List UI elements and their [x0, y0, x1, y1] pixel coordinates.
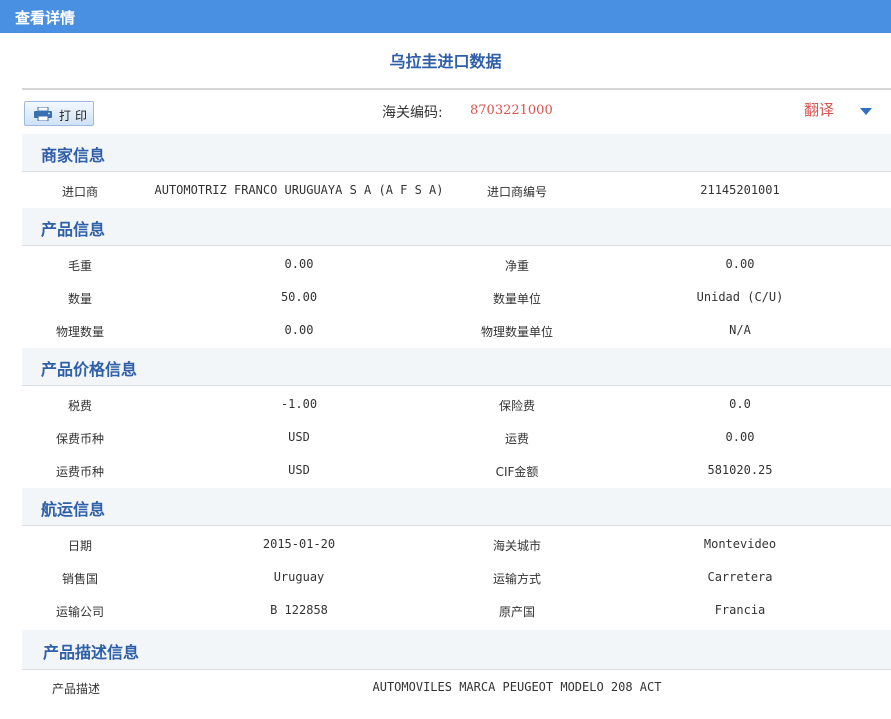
field-value: 50.00	[280, 290, 318, 304]
translate-button[interactable]: 翻译	[804, 99, 834, 120]
field-value: AUTOMOVILES MARCA PEUGEOT MODELO 208 ACT	[372, 680, 662, 694]
field-value: Carretera	[707, 570, 773, 584]
field-label: 进口商编号	[486, 185, 547, 199]
field-value: 0.0	[729, 397, 751, 411]
field-value: N/A	[729, 323, 751, 337]
field-label: 数量单位	[492, 292, 541, 306]
field-label: CIF金额	[495, 465, 539, 479]
field-value: USD	[288, 463, 310, 477]
field-label: 日期	[67, 539, 92, 553]
section-description-header: 产品描述信息	[22, 630, 891, 670]
window-title: 查看详情	[15, 9, 76, 27]
field-label: 销售国	[61, 572, 98, 586]
field-value: 0.00	[725, 257, 755, 271]
section-product-title: 产品信息	[41, 220, 106, 239]
section-price-header: 产品价格信息	[22, 348, 891, 386]
field-value: B 122858	[270, 603, 328, 617]
field-value: Uruguay	[273, 570, 325, 584]
field-value: 0.00	[284, 323, 314, 337]
field-label: 毛重	[67, 259, 92, 273]
section-merchant-title: 商家信息	[41, 146, 106, 165]
field-value: Francia	[714, 603, 766, 617]
field-value: USD	[288, 430, 310, 444]
section-shipping-header: 航运信息	[22, 488, 891, 526]
translate-dropdown-icon[interactable]	[860, 108, 872, 115]
section-shipping-title: 航运信息	[41, 500, 106, 519]
field-label: 原产国	[498, 605, 535, 619]
customs-code-value: 8703221000	[470, 103, 553, 118]
field-value: 2015-01-20	[262, 537, 336, 551]
field-label: 净重	[504, 259, 529, 273]
field-label: 进口商	[61, 185, 98, 199]
field-label: 保险费	[498, 399, 535, 413]
window-titlebar: 查看详情	[0, 0, 891, 33]
field-label: 产品描述	[51, 682, 100, 696]
section-merchant-header: 商家信息	[22, 134, 891, 172]
field-label: 海关城市	[492, 539, 541, 553]
field-label: 运输公司	[55, 605, 104, 619]
field-label: 物理数量单位	[480, 325, 553, 339]
field-value: AUTOMOTRIZ FRANCO URUGUAYA S A (A F S A)	[154, 183, 444, 197]
print-button-label: 打印	[59, 109, 92, 123]
field-label: 运费币种	[55, 465, 104, 479]
field-value: 21145201001	[700, 183, 780, 197]
field-value: -1.00	[280, 397, 318, 411]
field-label: 数量	[67, 292, 92, 306]
field-label: 运输方式	[492, 572, 541, 586]
printer-icon	[34, 107, 52, 121]
section-product-header: 产品信息	[22, 208, 891, 246]
field-label: 运费	[504, 432, 529, 446]
field-label: 保费币种	[55, 432, 104, 446]
field-value: 581020.25	[707, 463, 773, 477]
field-value: 0.00	[725, 430, 755, 444]
heading-divider	[22, 88, 891, 90]
print-button[interactable]: 打印	[24, 101, 94, 126]
field-value: Montevideo	[703, 537, 777, 551]
page-title: 乌拉圭进口数据	[389, 52, 502, 71]
section-price-title: 产品价格信息	[41, 360, 138, 379]
field-label: 物理数量	[55, 325, 104, 339]
section-description-title: 产品描述信息	[43, 643, 140, 662]
customs-code-label: 海关编码:	[382, 105, 443, 121]
field-value: 0.00	[284, 257, 314, 271]
field-label: 税费	[67, 399, 92, 413]
field-value: Unidad (C/U)	[696, 290, 784, 304]
